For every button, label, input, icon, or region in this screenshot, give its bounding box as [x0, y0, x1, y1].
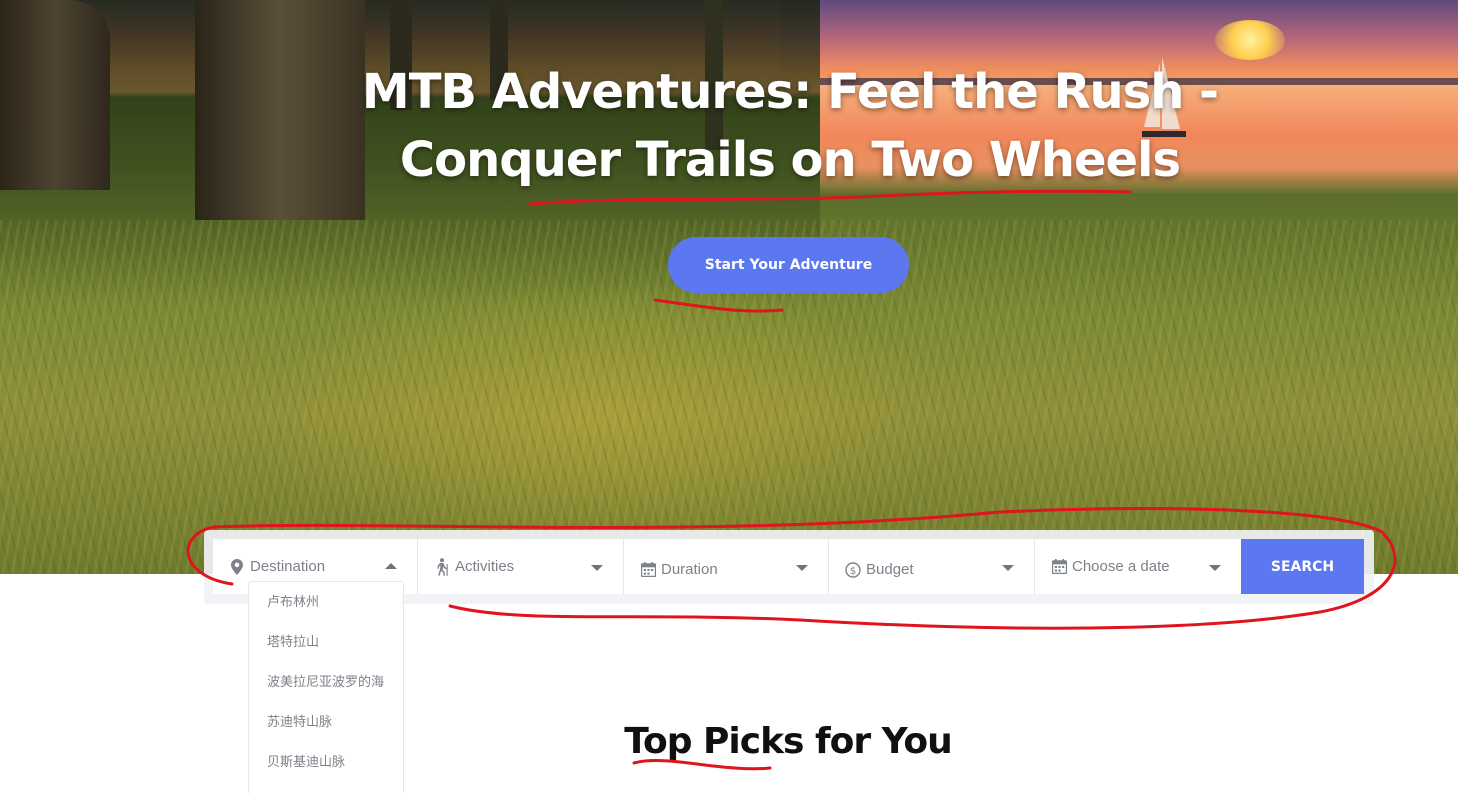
search-button[interactable]: SEARCH — [1241, 539, 1364, 594]
destination-option[interactable]: 塔特拉山 — [249, 623, 403, 663]
calendar-icon — [1051, 558, 1067, 576]
budget-select[interactable]: $ Budget — [829, 539, 1035, 594]
budget-label: Budget — [866, 561, 914, 578]
chevron-down-icon — [1002, 564, 1014, 571]
chevron-down-icon — [591, 564, 603, 571]
destination-option[interactable]: 苏迪特山脉 — [249, 703, 403, 743]
hero-title-line2: Conquer Trails on Two Wheels — [399, 132, 1181, 188]
calendar-icon — [640, 561, 656, 579]
start-adventure-button[interactable]: Start Your Adventure — [668, 237, 909, 293]
hero-title: MTB Adventures: Feel the Rush - Conquer … — [300, 58, 1280, 194]
chevron-down-icon — [1209, 564, 1221, 571]
map-pin-icon — [229, 558, 245, 576]
date-label: Choose a date — [1072, 558, 1170, 575]
duration-select[interactable]: Duration — [624, 539, 829, 594]
destination-option[interactable]: 卢布林州 — [249, 583, 403, 623]
hiking-icon — [434, 557, 450, 576]
dollar-circle-icon: $ — [845, 561, 861, 579]
hero-title-line1: MTB Adventures: Feel the Rush - — [361, 64, 1219, 120]
destination-label: Destination — [250, 558, 326, 575]
svg-text:$: $ — [850, 566, 856, 577]
activities-select[interactable]: Activities — [418, 539, 624, 594]
chevron-up-icon — [385, 562, 397, 569]
activities-label: Activities — [455, 558, 515, 575]
destination-option[interactable]: 贝斯基迪山脉 — [249, 743, 403, 783]
destination-dropdown: 卢布林州 塔特拉山 波美拉尼亚波罗的海 苏迪特山脉 贝斯基迪山脉 — [248, 581, 404, 793]
section-title: Top Picks for You — [624, 721, 953, 762]
sun — [1215, 20, 1285, 60]
chevron-down-icon — [796, 564, 808, 571]
duration-label: Duration — [661, 561, 718, 578]
destination-option[interactable]: 波美拉尼亚波罗的海 — [249, 663, 403, 703]
date-picker[interactable]: Choose a date — [1035, 539, 1241, 594]
tree-trunk — [0, 0, 110, 190]
